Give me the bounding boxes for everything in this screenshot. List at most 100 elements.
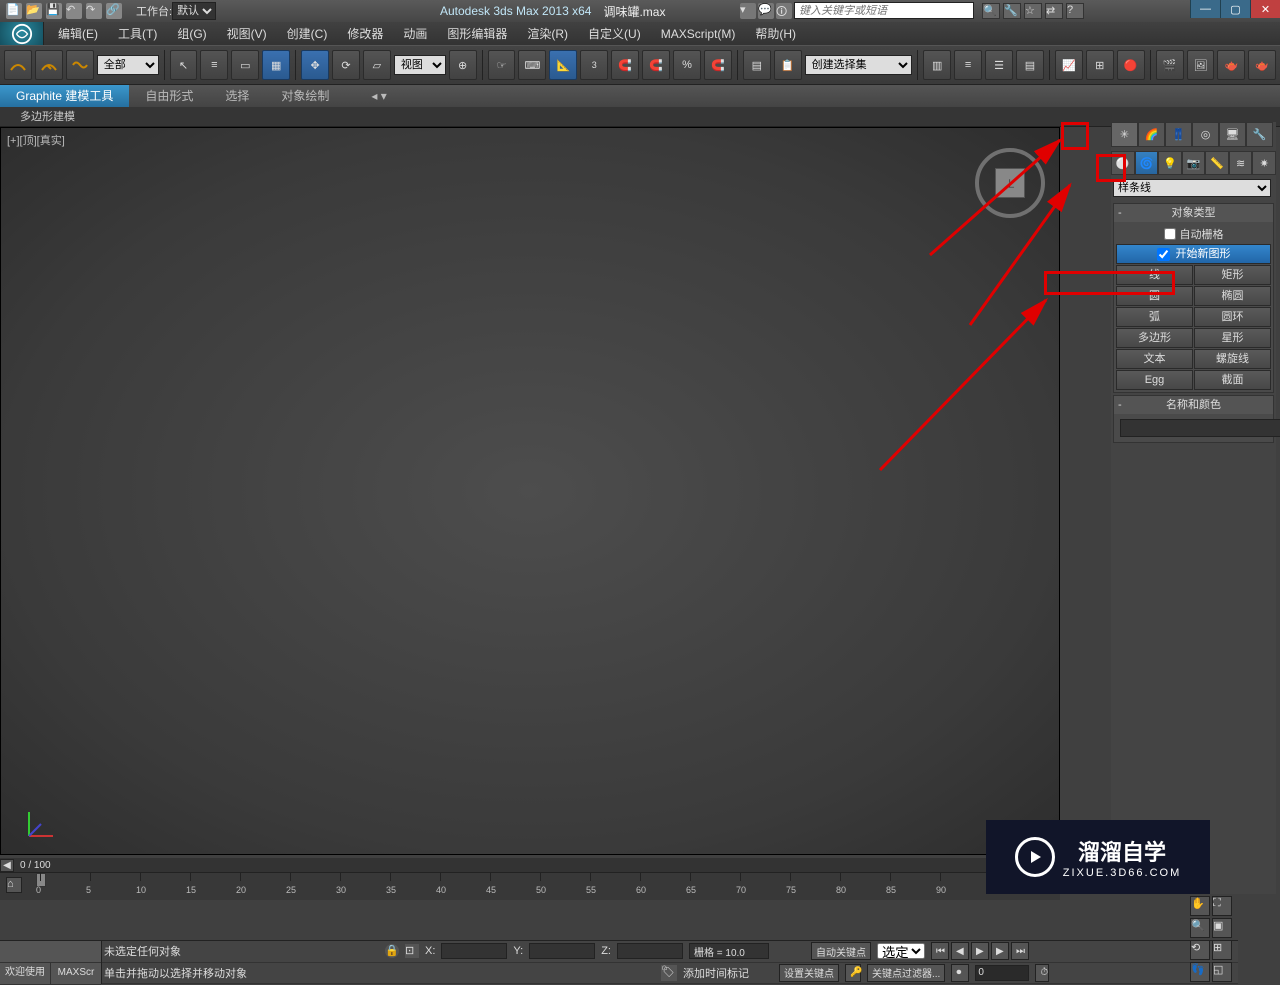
named-sel-add-icon[interactable]: 📋 <box>774 50 802 80</box>
ribbon-tab-freeform[interactable]: 自由形式 <box>129 85 209 107</box>
pivot-center-icon[interactable]: ⊕ <box>449 50 477 80</box>
menu-edit[interactable]: 编辑(E) <box>48 23 108 45</box>
helix-button[interactable]: 螺旋线 <box>1194 349 1271 369</box>
menu-customize[interactable]: 自定义(U) <box>578 23 651 45</box>
set-key-button[interactable]: 设置关键点 <box>779 964 839 982</box>
search-icon[interactable]: 🔍 <box>982 3 1000 19</box>
zoom-extents-icon[interactable]: ⛶ <box>1212 896 1232 916</box>
align-icon[interactable]: ≡ <box>954 50 982 80</box>
track-bar[interactable]: ⌂ 05101520253035404550556065707580859095… <box>0 872 1060 900</box>
time-tag-label[interactable]: 添加时间标记 <box>683 965 749 981</box>
qat-save-icon[interactable]: 💾 <box>46 3 62 19</box>
menu-group[interactable]: 组(G) <box>167 23 216 45</box>
spinner-snap-icon[interactable]: 🧲 <box>642 50 670 80</box>
material-editor-icon[interactable]: 🔴 <box>1117 50 1145 80</box>
set-key-icon[interactable]: 🔑 <box>845 964 861 982</box>
rendered-frame-icon[interactable]: 🖼 <box>1187 50 1215 80</box>
ribbon-expand-icon[interactable]: ◂ ▾ <box>365 85 392 107</box>
viewcube-face[interactable]: 上 <box>995 168 1025 198</box>
pan-icon[interactable]: ✋ <box>1190 896 1210 916</box>
category-dropdown[interactable]: 样条线 <box>1113 179 1271 197</box>
percent-snap-2-icon[interactable]: % <box>673 50 701 80</box>
manipulate-icon[interactable]: ☞ <box>488 50 516 80</box>
object-type-header[interactable]: - 对象类型 <box>1114 204 1273 222</box>
cameras-subtab-icon[interactable]: 📷 <box>1182 151 1206 175</box>
schematic-view-icon[interactable]: ⊞ <box>1086 50 1114 80</box>
menu-rendering[interactable]: 渲染(R) <box>517 23 578 45</box>
selection-filter-dropdown[interactable]: 全部 <box>97 55 159 75</box>
comm-icon[interactable]: 💬 <box>758 3 774 19</box>
ribbon-toggle-icon[interactable]: ▤ <box>1016 50 1044 80</box>
menu-maxscript[interactable]: MAXScript(M) <box>651 23 746 45</box>
menu-tools[interactable]: 工具(T) <box>108 23 167 45</box>
help-icon[interactable]: ? <box>1066 3 1084 19</box>
select-link-icon[interactable] <box>4 50 32 80</box>
max-toggle-icon[interactable]: ⊞ <box>1212 940 1232 960</box>
select-object-icon[interactable]: ↖ <box>170 50 198 80</box>
zoom-icon[interactable]: 🔍 <box>1190 918 1210 938</box>
ribbon-tab-paint[interactable]: 对象绘制 <box>265 85 345 107</box>
maximize-button[interactable]: ▢ <box>1220 0 1250 18</box>
percent-snap-icon[interactable]: 🧲 <box>611 50 639 80</box>
snap-toggle-icon[interactable]: 📐 <box>549 50 577 80</box>
x-coord-input[interactable] <box>441 943 507 959</box>
lock-icon[interactable]: 🔒 <box>385 944 399 958</box>
render-iterative-icon[interactable]: 🫖 <box>1248 50 1276 80</box>
object-name-input[interactable] <box>1120 419 1280 437</box>
window-crossing-icon[interactable]: ▦ <box>262 50 290 80</box>
welcome-tab[interactable]: 欢迎使用 <box>0 963 50 984</box>
text-button[interactable]: 文本 <box>1116 349 1193 369</box>
goto-end-icon[interactable]: ⏭ <box>1011 942 1029 960</box>
walk-icon[interactable]: 👣 <box>1190 962 1210 982</box>
star-icon[interactable]: ☆ <box>1024 3 1042 19</box>
named-selection-dropdown[interactable]: 创建选择集 <box>805 55 913 75</box>
spacewarps-subtab-icon[interactable]: ≋ <box>1229 151 1253 175</box>
viewport[interactable]: [+][顶][真实] 上 <box>0 127 1060 855</box>
viewport-label[interactable]: [+][顶][真实] <box>7 132 65 148</box>
auto-key-button[interactable]: 自动关键点 <box>811 942 871 960</box>
workspace-dropdown[interactable]: 默认 <box>172 2 216 20</box>
ngon-button[interactable]: 多边形 <box>1116 328 1193 348</box>
qat-redo-icon[interactable]: ↷ <box>86 3 102 19</box>
ribbon-tab-graphite[interactable]: Graphite 建模工具 <box>0 85 129 107</box>
motion-tab-icon[interactable]: ◎ <box>1192 122 1219 147</box>
named-sel-drop-icon[interactable]: ▤ <box>743 50 771 80</box>
application-button[interactable] <box>0 22 44 45</box>
minimize-button[interactable]: — <box>1190 0 1220 18</box>
render-production-icon[interactable]: 🫖 <box>1217 50 1245 80</box>
select-scale-icon[interactable]: ▱ <box>363 50 391 80</box>
rectangle-button[interactable]: 矩形 <box>1194 265 1271 285</box>
maxscript-tab[interactable]: MAXScr <box>50 963 101 984</box>
modify-tab-icon[interactable]: 🌈 <box>1138 122 1165 147</box>
layer-manager-icon[interactable]: ☰ <box>985 50 1013 80</box>
select-by-name-icon[interactable]: ≡ <box>200 50 228 80</box>
select-rotate-icon[interactable]: ⟳ <box>332 50 360 80</box>
frame-number-input[interactable] <box>975 965 1029 981</box>
display-tab-icon[interactable]: 🖥 <box>1219 122 1246 147</box>
donut-button[interactable]: 圆环 <box>1194 307 1271 327</box>
angle-snap-icon[interactable]: 3 <box>580 50 608 80</box>
star-button[interactable]: 星形 <box>1194 328 1271 348</box>
curve-editor-icon[interactable]: 📈 <box>1055 50 1083 80</box>
shapes-subtab-icon[interactable]: 🌀 <box>1135 151 1159 175</box>
play-icon[interactable]: ▶ <box>971 942 989 960</box>
bind-spacewarp-icon[interactable] <box>66 50 94 80</box>
isolate-icon[interactable]: ⊡ <box>405 944 419 958</box>
menu-views[interactable]: 视图(V) <box>217 23 277 45</box>
next-frame-icon[interactable]: ▶ <box>991 942 1009 960</box>
create-tab-icon[interactable]: ✳ <box>1111 122 1138 147</box>
ref-coord-dropdown[interactable]: 视图 <box>394 55 446 75</box>
arc-button[interactable]: 弧 <box>1116 307 1193 327</box>
menu-create[interactable]: 创建(C) <box>277 23 338 45</box>
goto-start-icon[interactable]: ⏮ <box>931 942 949 960</box>
exchange-icon[interactable]: ⇄ <box>1045 3 1063 19</box>
qat-new-icon[interactable]: 📄 <box>6 3 22 19</box>
mirror-icon[interactable]: ▥ <box>923 50 951 80</box>
close-button[interactable]: ✕ <box>1250 0 1280 18</box>
menu-modifiers[interactable]: 修改器 <box>337 23 393 45</box>
key-selection-dropdown[interactable]: 选定对 <box>877 943 925 959</box>
key-filters-button[interactable]: 关键点过滤器... <box>867 964 945 982</box>
qat-link-icon[interactable]: 🔗 <box>106 3 122 19</box>
egg-button[interactable]: Egg <box>1116 370 1193 390</box>
auto-grid-checkbox[interactable]: 自动栅格 <box>1116 224 1271 244</box>
